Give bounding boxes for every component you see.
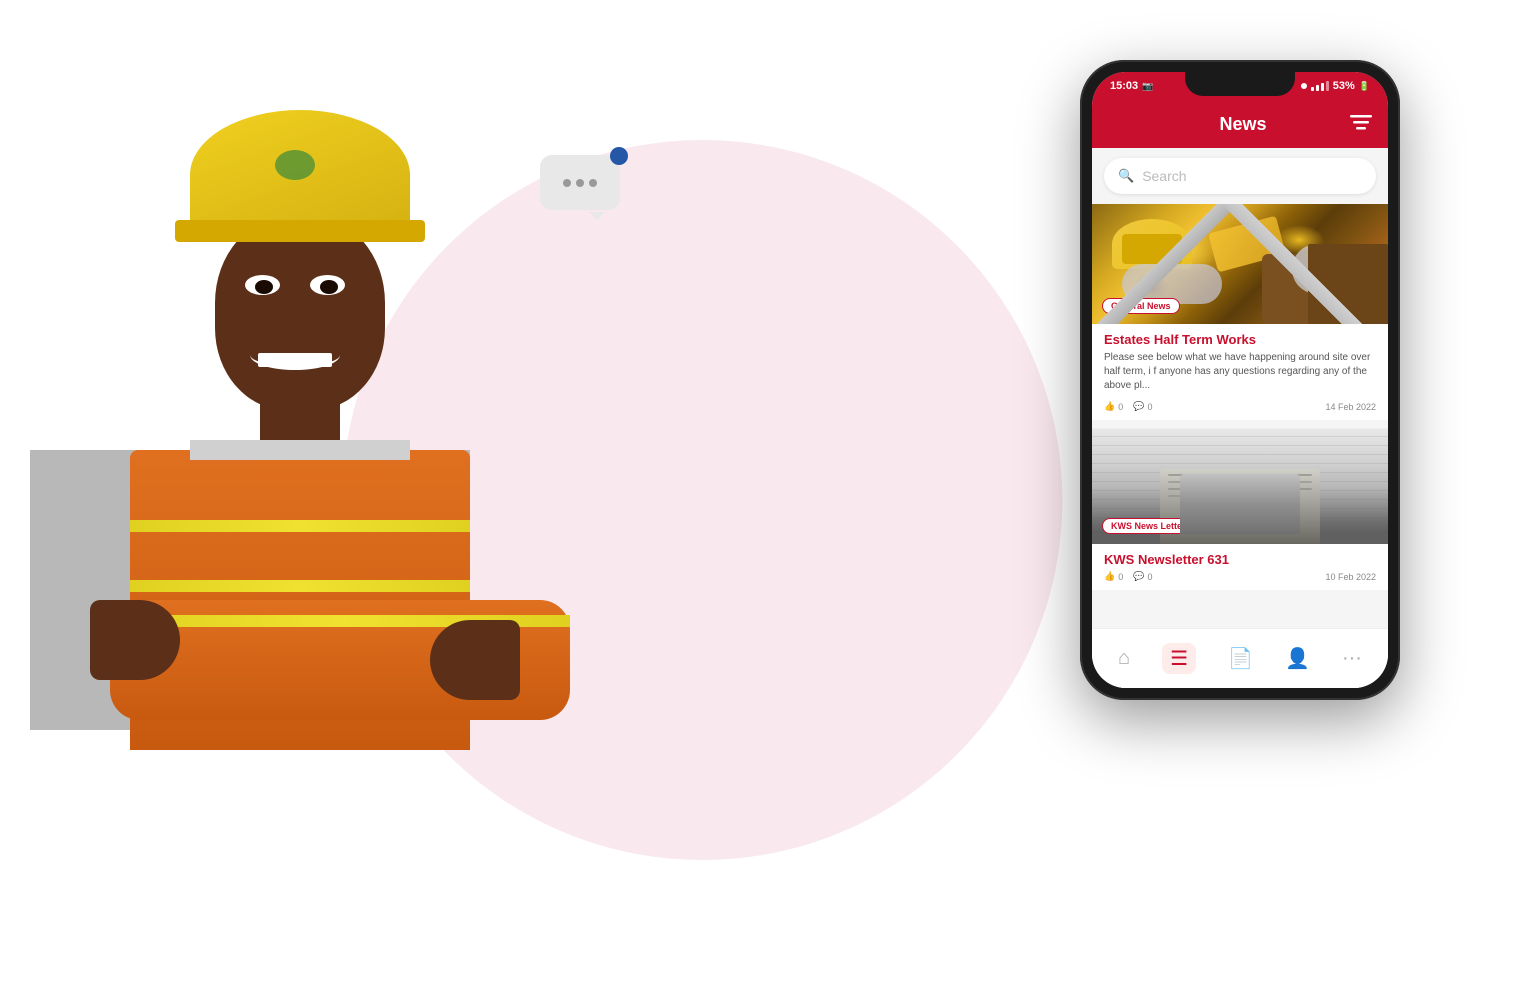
like-icon-2: 👍	[1104, 571, 1115, 582]
nav-more[interactable]: ···	[1332, 643, 1372, 674]
phone-screen: 15:03 📷 53% 🔋 New	[1092, 72, 1388, 688]
news-meta-1: 👍 0 💬 0 14 Feb 2022	[1104, 401, 1376, 412]
phone-notch	[1185, 72, 1295, 96]
comments-count-1: 💬 0	[1133, 401, 1152, 412]
phone-mockup: 15:03 📷 53% 🔋 New	[1080, 60, 1400, 700]
news-title-1: Estates Half Term Works	[1104, 332, 1376, 347]
like-icon: 👍	[1104, 401, 1115, 412]
news-card-1[interactable]: General News Estates Half Term Works Ple…	[1092, 204, 1388, 420]
category-badge-2: KWS News Letter	[1102, 518, 1195, 534]
nav-home[interactable]: ⌂	[1108, 643, 1140, 674]
search-bar[interactable]: 🔍 Search	[1104, 158, 1376, 194]
news-card-2[interactable]: KWS News Letter KWS Newsletter 631 👍 0	[1092, 429, 1388, 590]
news-excerpt-1: Please see below what we have happening …	[1104, 351, 1376, 393]
app-title: News	[1136, 114, 1350, 135]
phone-frame: 15:03 📷 53% 🔋 New	[1080, 60, 1400, 700]
notification-dot	[1301, 83, 1307, 89]
status-indicators: 53% 🔋	[1301, 80, 1370, 92]
status-time: 15:03 📷	[1110, 80, 1153, 92]
comments-count-2: 💬 0	[1133, 571, 1152, 582]
news-nav-active-bg: ☰	[1162, 643, 1196, 674]
time-display: 15:03	[1110, 80, 1138, 92]
category-badge-1: General News	[1102, 298, 1180, 314]
news-date-1: 14 Feb 2022	[1325, 402, 1376, 412]
documents-icon: 📄	[1228, 646, 1253, 671]
comment-icon: 💬	[1133, 401, 1144, 412]
news-icon: ☰	[1170, 648, 1188, 670]
chat-notification-dot	[610, 147, 628, 165]
news-engagement-2: 👍 0 💬 0	[1104, 571, 1152, 582]
app-header: News	[1092, 100, 1388, 148]
nav-profile[interactable]: 👤	[1275, 642, 1320, 675]
news-title-2: KWS Newsletter 631	[1104, 552, 1376, 567]
chat-bubble	[540, 155, 620, 210]
news-feed: General News Estates Half Term Works Ple…	[1092, 204, 1388, 656]
signal-strength	[1311, 81, 1329, 91]
chat-dot-3	[589, 179, 597, 187]
search-placeholder: Search	[1142, 168, 1186, 184]
news-content-2: KWS Newsletter 631 👍 0 💬 0	[1092, 544, 1388, 590]
nav-news[interactable]: ☰	[1152, 639, 1206, 678]
nav-documents[interactable]: 📄	[1218, 642, 1263, 675]
news-image-construction: General News	[1092, 204, 1388, 324]
news-date-2: 10 Feb 2022	[1325, 572, 1376, 582]
news-content-1: Estates Half Term Works Please see below…	[1092, 324, 1388, 420]
camera-icon: 📷	[1142, 81, 1153, 92]
chat-dot-1	[563, 179, 571, 187]
home-icon: ⌂	[1118, 647, 1130, 670]
likes-count-2: 👍 0	[1104, 571, 1123, 582]
search-icon: 🔍	[1118, 168, 1134, 184]
bottom-nav: ⌂ ☰ 📄 👤 ···	[1092, 628, 1388, 688]
news-image-newspaper: KWS News Letter	[1092, 429, 1388, 544]
battery-icon: 🔋	[1359, 81, 1370, 92]
more-icon: ···	[1342, 647, 1362, 670]
battery-display: 53%	[1333, 80, 1355, 92]
chat-dot-2	[576, 179, 584, 187]
likes-count-1: 👍 0	[1104, 401, 1123, 412]
comment-icon-2: 💬	[1133, 571, 1144, 582]
filter-icon[interactable]	[1350, 114, 1372, 135]
news-meta-2: 👍 0 💬 0 10 Feb 2022	[1104, 571, 1376, 582]
profile-icon: 👤	[1285, 646, 1310, 671]
news-engagement-1: 👍 0 💬 0	[1104, 401, 1152, 412]
